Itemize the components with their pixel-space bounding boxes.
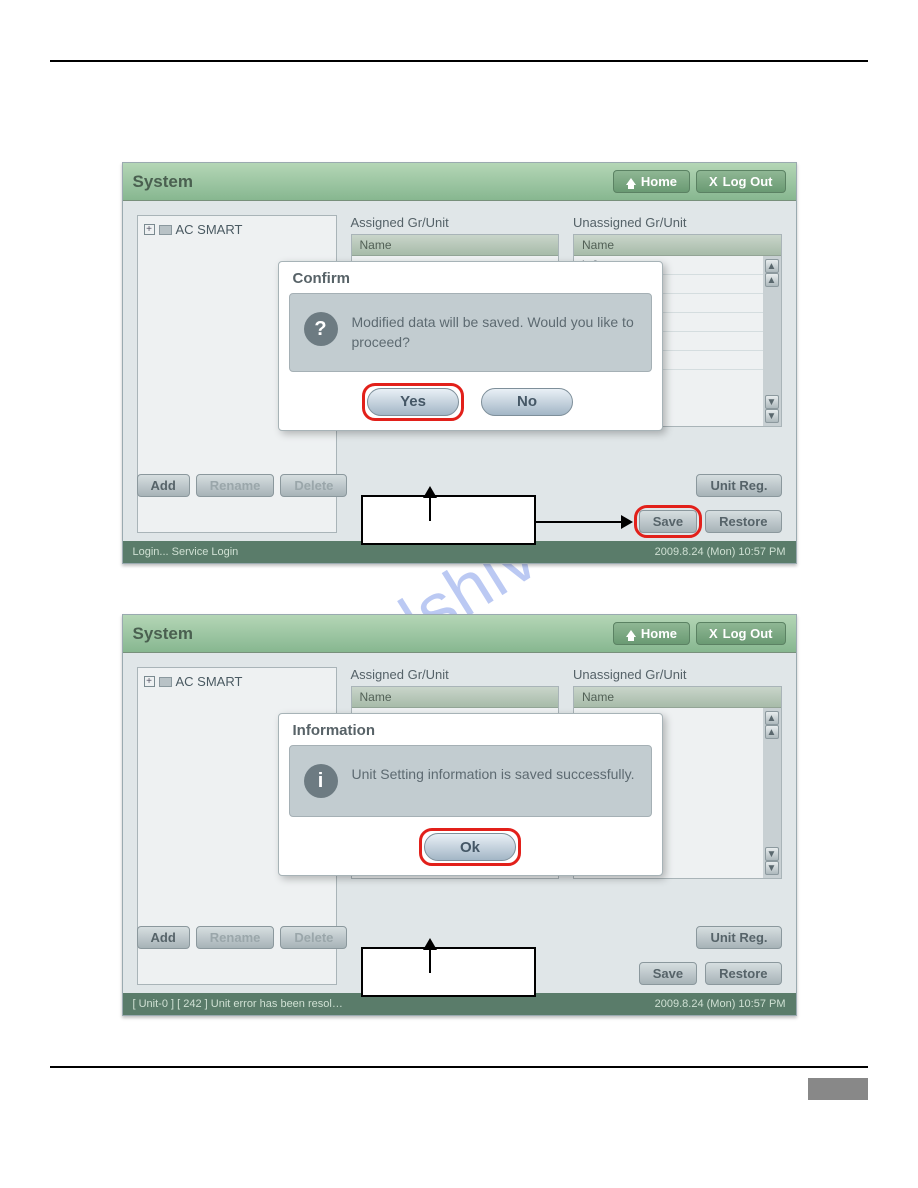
scroll-top-icon[interactable]: ▲ <box>765 259 779 273</box>
scroll-up-icon[interactable]: ▲ <box>765 273 779 287</box>
titlebar: System Home X Log Out <box>123 615 796 653</box>
unassigned-heading: Unassigned Gr/Unit <box>573 215 782 230</box>
assigned-heading: Assigned Gr/Unit <box>351 215 560 230</box>
confirm-dialog: Confirm ? Modified data will be saved. W… <box>278 261 663 431</box>
unassigned-name-header: Name <box>574 687 781 708</box>
dialog-title: Information <box>279 714 662 745</box>
page-bottom-rule <box>50 1066 868 1068</box>
system-window-confirm: System Home X Log Out + AC SMART Assigned… <box>122 162 797 564</box>
rename-button[interactable]: Rename <box>196 474 275 497</box>
device-icon <box>159 225 172 235</box>
home-icon <box>626 178 636 185</box>
annotation-box <box>361 947 536 997</box>
ok-button[interactable]: Ok <box>424 833 516 861</box>
logout-label: Log Out <box>723 626 773 641</box>
save-button[interactable]: Save <box>639 510 697 533</box>
status-right: 2009.8.24 (Mon) 10:57 PM <box>655 998 786 1010</box>
close-icon: X <box>709 626 718 641</box>
info-icon: i <box>304 764 338 798</box>
home-button[interactable]: Home <box>613 622 690 645</box>
unassigned-heading: Unassigned Gr/Unit <box>573 667 782 682</box>
close-icon: X <box>709 174 718 189</box>
no-button[interactable]: No <box>481 388 573 416</box>
scroll-top-icon[interactable]: ▲ <box>765 711 779 725</box>
status-left: [ Unit-0 ] [ 242 ] Unit error has been r… <box>133 998 343 1010</box>
yes-button[interactable]: Yes <box>367 388 459 416</box>
system-window-info: System Home X Log Out + AC SMART Assigned… <box>122 614 797 1016</box>
home-label: Home <box>641 174 677 189</box>
add-button[interactable]: Add <box>137 926 190 949</box>
home-button[interactable]: Home <box>613 170 690 193</box>
add-button[interactable]: Add <box>137 474 190 497</box>
expand-icon[interactable]: + <box>144 224 155 235</box>
page-number-box <box>808 1078 868 1100</box>
expand-icon[interactable]: + <box>144 676 155 687</box>
tree-root-row[interactable]: + AC SMART <box>144 674 330 689</box>
tree-root-row[interactable]: + AC SMART <box>144 222 330 237</box>
dialog-title: Confirm <box>279 262 662 293</box>
tree-root-label: AC SMART <box>176 222 243 237</box>
logout-button[interactable]: X Log Out <box>696 622 786 645</box>
highlight-ok: Ok <box>424 833 516 861</box>
scroll-down-icon[interactable]: ▼ <box>765 847 779 861</box>
assigned-heading: Assigned Gr/Unit <box>351 667 560 682</box>
logout-button[interactable]: X Log Out <box>696 170 786 193</box>
annotation-box <box>361 495 536 545</box>
scroll-bottom-icon[interactable]: ▼ <box>765 861 779 875</box>
scrollbar[interactable]: ▲ ▲ ▼ ▼ <box>763 256 781 426</box>
rename-button[interactable]: Rename <box>196 926 275 949</box>
information-dialog: Information i Unit Setting information i… <box>278 713 663 876</box>
status-left: Login... Service Login <box>133 546 239 558</box>
restore-button[interactable]: Restore <box>705 962 781 985</box>
page-top-rule <box>50 60 868 62</box>
dialog-message: Unit Setting information is saved succes… <box>352 764 635 784</box>
unit-reg-button[interactable]: Unit Reg. <box>696 926 781 949</box>
assigned-name-header: Name <box>352 687 559 708</box>
window-title: System <box>133 624 607 644</box>
scroll-down-icon[interactable]: ▼ <box>765 395 779 409</box>
unit-reg-button[interactable]: Unit Reg. <box>696 474 781 497</box>
scroll-up-icon[interactable]: ▲ <box>765 725 779 739</box>
window-title: System <box>133 172 607 192</box>
highlight-yes: Yes <box>367 388 459 416</box>
question-icon: ? <box>304 312 338 346</box>
delete-button[interactable]: Delete <box>280 926 347 949</box>
save-button[interactable]: Save <box>639 962 697 985</box>
status-right: 2009.8.24 (Mon) 10:57 PM <box>655 546 786 558</box>
dialog-message: Modified data will be saved. Would you l… <box>352 312 637 353</box>
logout-label: Log Out <box>723 174 773 189</box>
home-icon <box>626 630 636 637</box>
home-label: Home <box>641 626 677 641</box>
unassigned-name-header: Name <box>574 235 781 256</box>
assigned-name-header: Name <box>352 235 559 256</box>
scrollbar[interactable]: ▲ ▲ ▼ ▼ <box>763 708 781 878</box>
device-icon <box>159 677 172 687</box>
titlebar: System Home X Log Out <box>123 163 796 201</box>
restore-button[interactable]: Restore <box>705 510 781 533</box>
highlight-save: Save <box>639 510 697 533</box>
tree-root-label: AC SMART <box>176 674 243 689</box>
delete-button[interactable]: Delete <box>280 474 347 497</box>
scroll-bottom-icon[interactable]: ▼ <box>765 409 779 423</box>
